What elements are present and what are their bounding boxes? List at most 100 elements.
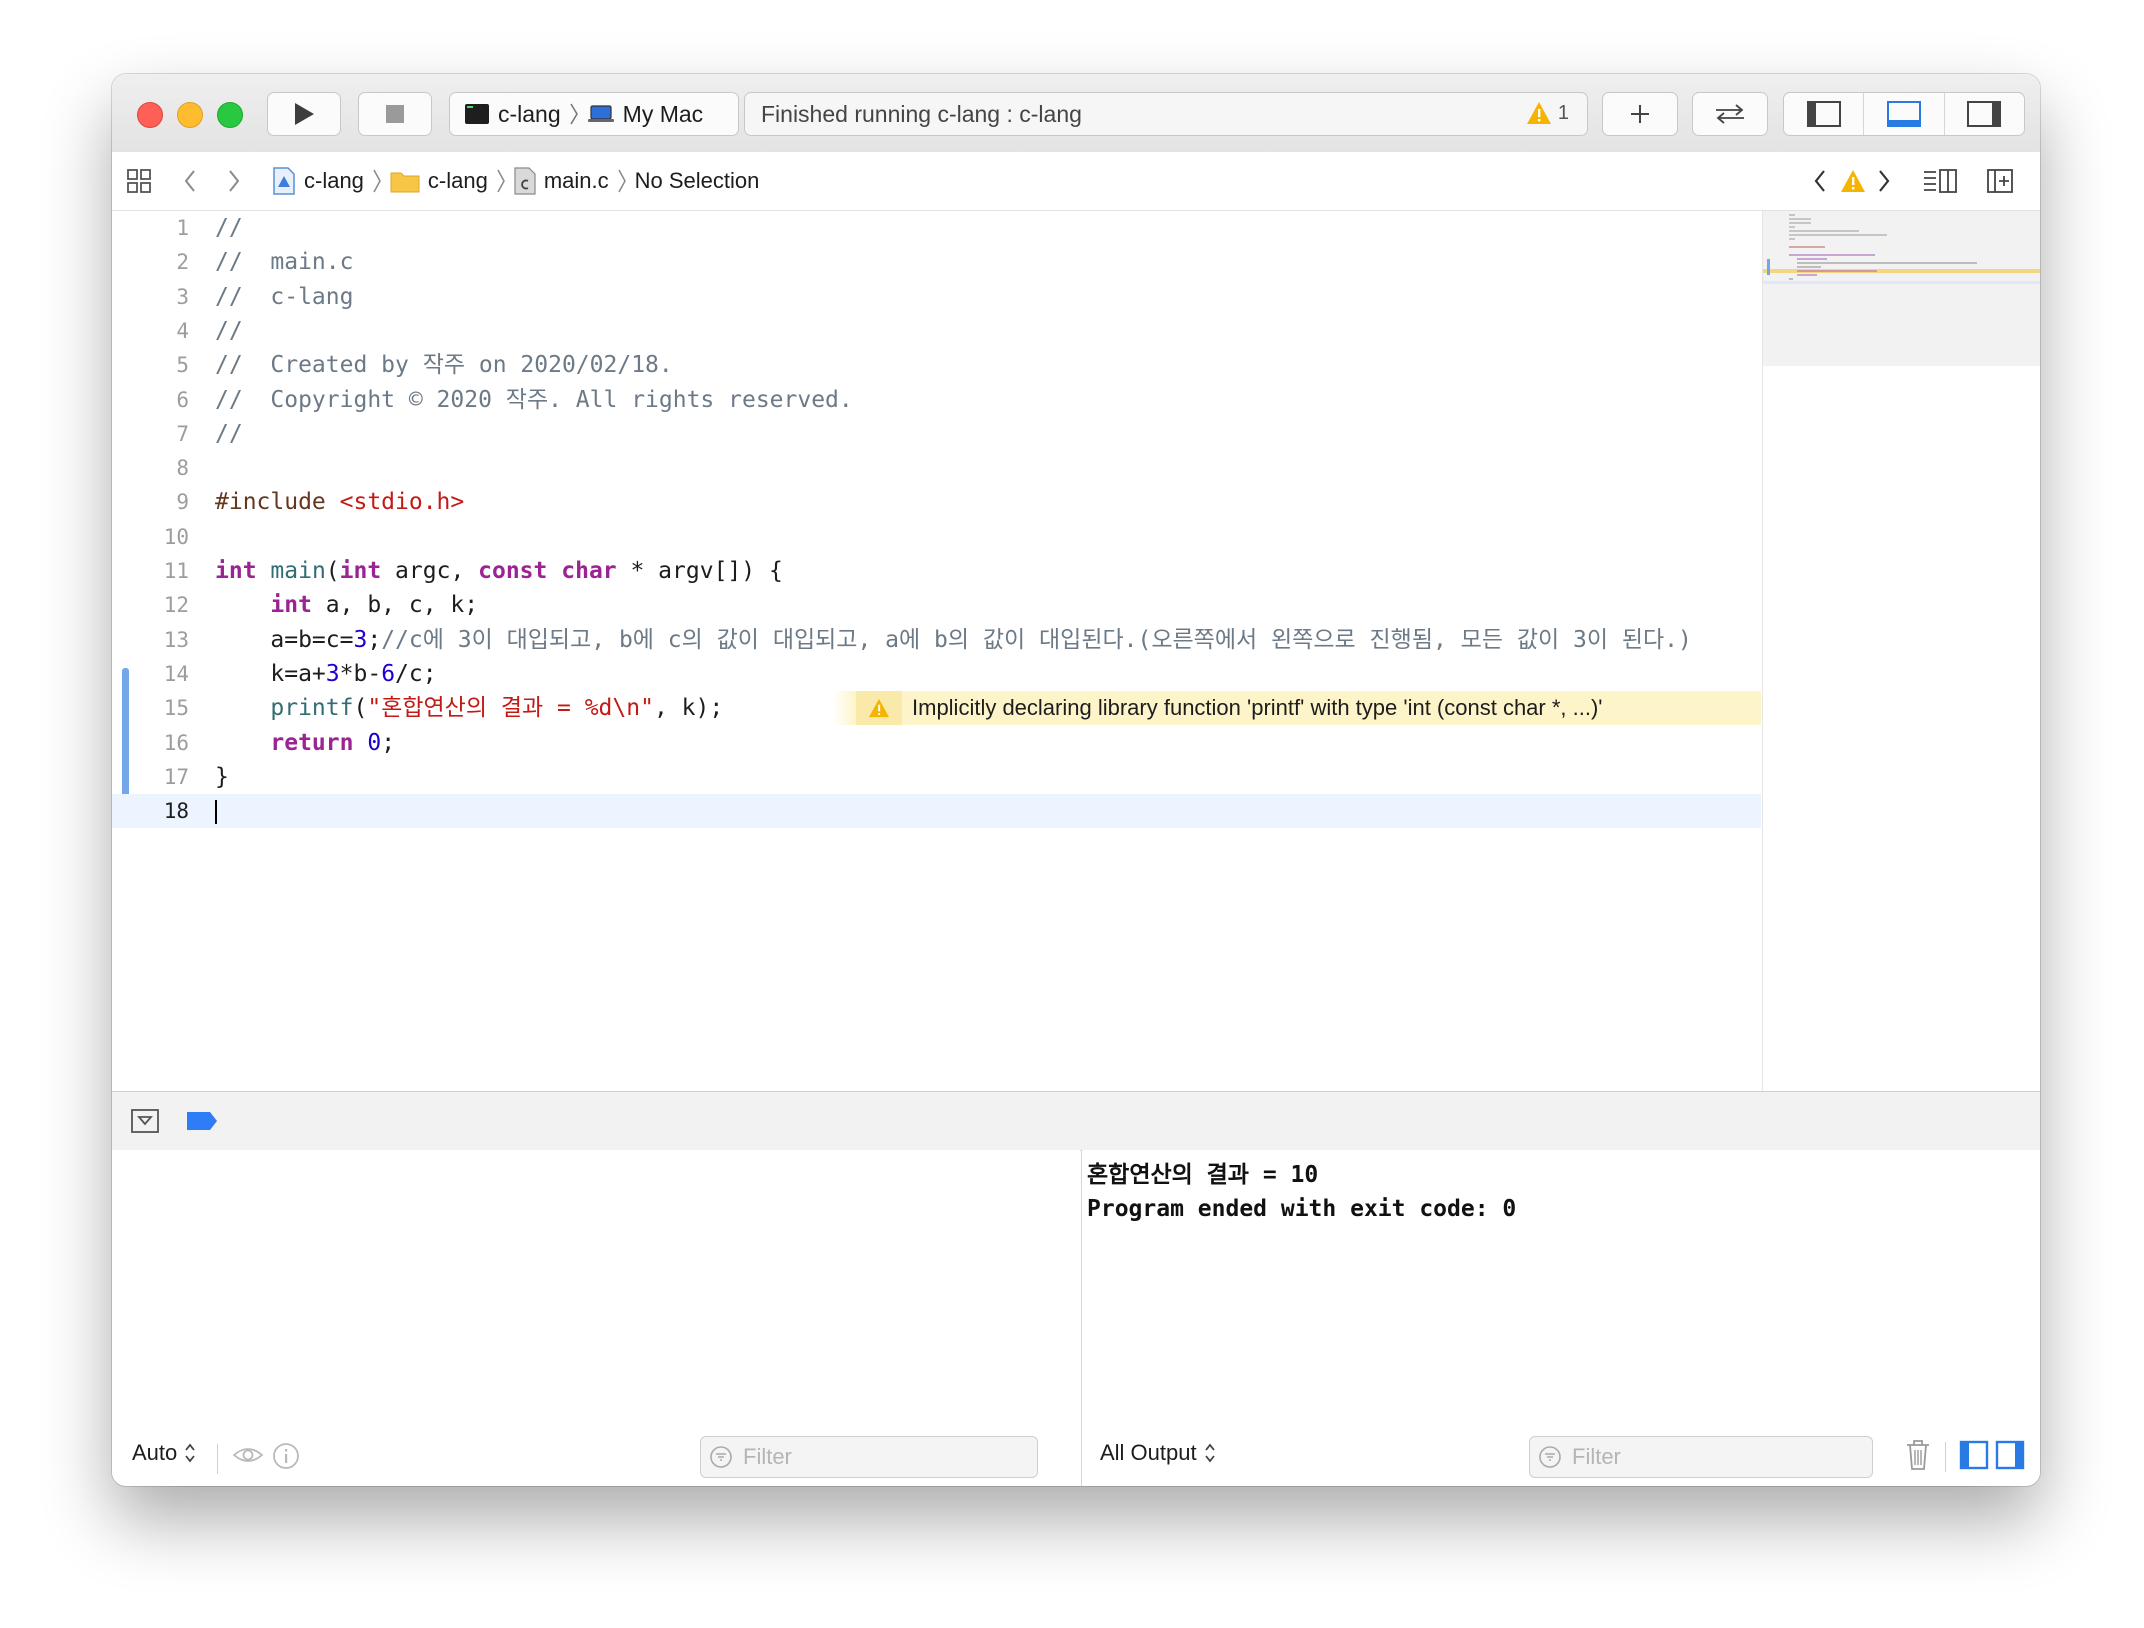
line-number: 9	[176, 490, 189, 515]
chevron-right-icon	[373, 169, 381, 193]
filter-icon	[1539, 1446, 1561, 1468]
trash-icon	[1907, 1440, 1929, 1470]
library-button[interactable]	[1602, 92, 1678, 136]
issue-indicator[interactable]	[1840, 152, 1866, 210]
warning-message: Implicitly declaring library function 'p…	[912, 695, 1603, 721]
toggle-inspector-button[interactable]	[1945, 93, 2024, 135]
stop-icon	[386, 105, 404, 123]
lines-icon	[1924, 169, 1957, 193]
chevron-right-icon	[1879, 170, 1890, 192]
close-window-button[interactable]	[137, 102, 163, 128]
breadcrumb-file[interactable]: main.c	[514, 167, 609, 195]
line-number: 3	[176, 284, 189, 309]
code-text: #include <stdio.h>	[215, 489, 465, 516]
variables-scope-popup[interactable]: Auto	[132, 1440, 197, 1466]
previous-issue-button[interactable]	[1812, 152, 1828, 210]
console-view[interactable]: 혼합연산의 결과 = 10 Program ended with exit cod…	[1081, 1150, 2040, 1486]
scheme-name: c-lang	[498, 100, 561, 127]
show-console-view-button[interactable]	[1995, 1440, 2025, 1475]
breadcrumb-group[interactable]: c-lang	[390, 168, 488, 194]
project-file-icon	[273, 167, 295, 195]
forward-button[interactable]	[226, 152, 242, 210]
code-text: int a, b, c, k;	[270, 592, 479, 619]
variables-view: Auto	[112, 1150, 1080, 1486]
line-number: 8	[176, 456, 189, 481]
code-line: 14 k=a+3*b-6/c;	[112, 657, 1761, 691]
line-number: 4	[176, 318, 189, 343]
minimize-window-button[interactable]	[177, 102, 203, 128]
breadcrumb-group-label: c-lang	[427, 168, 488, 193]
layout-segmented-control	[1783, 92, 2025, 136]
code-text: //	[215, 215, 243, 241]
code-review-button[interactable]	[1692, 92, 1768, 136]
code-line: 10	[112, 520, 1761, 554]
split-add-icon	[1987, 169, 2013, 193]
up-down-chevron-icon	[185, 1443, 195, 1463]
grid-icon	[127, 169, 151, 193]
swap-arrows-icon	[1716, 104, 1744, 124]
line-number: 7	[176, 421, 189, 446]
warning-annotation[interactable]: Implicitly declaring library function 'p…	[856, 691, 1761, 726]
source-editor[interactable]: 1 // 2 // main.c 3 // c-lang 4 // 5 // C…	[112, 211, 1761, 1091]
right-split-icon	[1995, 1440, 2025, 1470]
code-text: return 0;	[270, 729, 396, 756]
c-file-icon	[514, 167, 536, 195]
code-line: 4 //	[112, 314, 1761, 348]
console-scope-popup[interactable]: All Output	[1100, 1440, 1217, 1466]
activity-warning-indicator[interactable]: 1	[1526, 101, 1569, 125]
plus-icon	[1631, 105, 1649, 123]
line-number: 10	[163, 524, 189, 549]
variables-filter-input[interactable]	[741, 1443, 925, 1471]
warning-count: 1	[1557, 101, 1569, 124]
current-code-line: 18	[112, 794, 1761, 829]
variables-filter-field[interactable]	[700, 1436, 1038, 1478]
clear-console-button[interactable]	[1904, 1438, 1932, 1477]
jump-bar: c-lang c-lang main.c No Selection	[112, 152, 2040, 211]
console-filter-input[interactable]	[1570, 1443, 1754, 1471]
stop-button[interactable]	[358, 92, 432, 136]
show-variables-view-button[interactable]	[1959, 1440, 1989, 1475]
code-line: 17 }	[112, 760, 1761, 794]
back-button[interactable]	[182, 152, 198, 210]
xcode-window: c-lang My Mac Finished running c-lang : …	[112, 74, 2040, 1486]
folder-icon	[390, 172, 420, 193]
code-text: //	[215, 420, 243, 447]
line-number: 12	[163, 593, 189, 618]
activity-viewer: Finished running c-lang : c-lang 1	[744, 92, 1588, 136]
related-items-button[interactable]	[126, 152, 152, 210]
zoom-window-button[interactable]	[217, 102, 243, 128]
chevron-right-icon	[229, 170, 240, 192]
toggle-navigator-button[interactable]	[1784, 93, 1865, 135]
code-line: 8	[112, 451, 1761, 485]
line-number: 16	[163, 730, 189, 755]
add-editor-button[interactable]	[1986, 152, 2014, 210]
breakpoints-toggle-button[interactable]	[186, 1110, 218, 1137]
toggle-debug-area-button[interactable]	[1864, 93, 1945, 135]
code-text: // Created by 작주 on 2020/02/18.	[215, 352, 673, 379]
minimap[interactable]	[1762, 211, 2040, 1091]
next-issue-button[interactable]	[1876, 152, 1892, 210]
line-number: 15	[163, 696, 189, 721]
console-filter-field[interactable]	[1529, 1436, 1873, 1478]
scheme-selector[interactable]: c-lang My Mac	[449, 92, 739, 136]
code-line: 5 // Created by 작주 on 2020/02/18.	[112, 348, 1761, 382]
code-line: 12 int a, b, c, k;	[112, 588, 1761, 622]
chevron-right-icon	[497, 169, 505, 193]
warning-icon	[1841, 170, 1865, 192]
editor-options-button[interactable]	[1922, 152, 1958, 210]
warning-fade	[832, 691, 856, 726]
code-text: // main.c	[215, 249, 354, 276]
bottom-panel-icon	[1886, 101, 1921, 127]
line-number: 11	[163, 559, 189, 583]
destination-name: My Mac	[622, 100, 704, 127]
quick-look-button[interactable]	[232, 1442, 264, 1473]
breadcrumb-project[interactable]: c-lang	[272, 167, 364, 195]
print-description-button[interactable]	[272, 1442, 300, 1475]
code-text: //	[215, 317, 243, 344]
breadcrumb-symbol[interactable]: No Selection	[635, 168, 760, 194]
hide-debug-area-button[interactable]	[130, 1108, 160, 1139]
code-text: a=b=c=3;//c에 3이 대입되고, b에 c의 값이 대입되고, a에 …	[215, 626, 1692, 653]
run-button[interactable]	[267, 92, 341, 136]
terminal-icon	[465, 104, 489, 124]
code-line: 6 // Copyright © 2020 작주. All rights res…	[112, 383, 1761, 417]
